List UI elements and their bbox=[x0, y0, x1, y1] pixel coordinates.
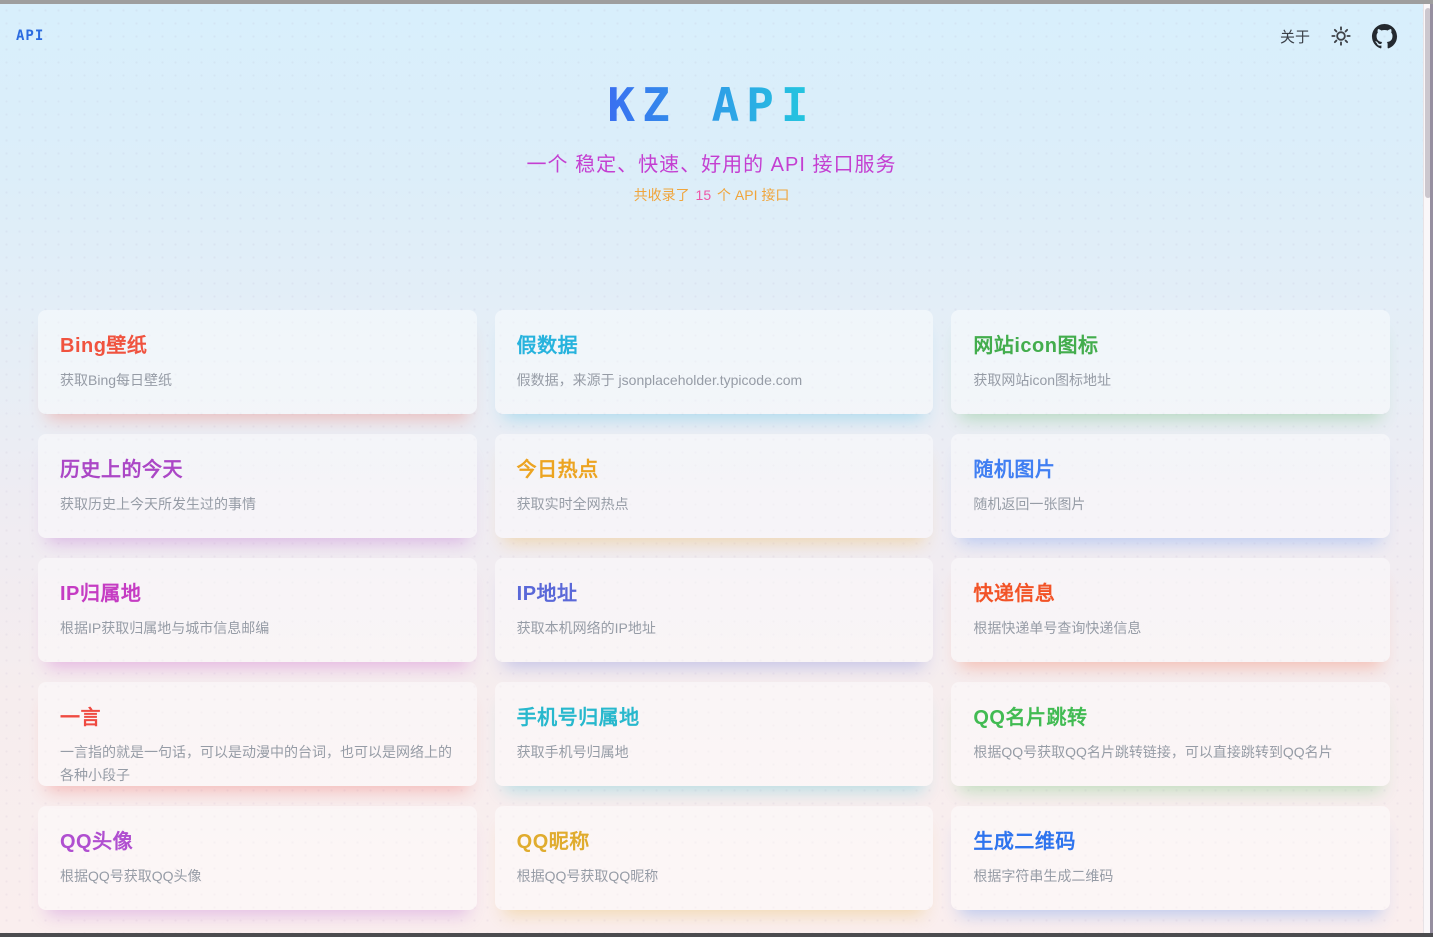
api-card-title: 历史上的今天 bbox=[60, 453, 453, 482]
api-count-line: 共收录了 15 个 API 接口 bbox=[0, 185, 1423, 205]
api-card-desc: 获取Bing每日壁纸 bbox=[60, 369, 453, 392]
api-card[interactable]: 快递信息 根据快递单号查询快递信息 bbox=[951, 558, 1390, 662]
api-card[interactable]: Bing壁纸 获取Bing每日壁纸 bbox=[38, 310, 477, 414]
api-card-desc: 根据QQ号获取QQ头像 bbox=[60, 865, 453, 888]
api-card-title: 生成二维码 bbox=[973, 825, 1366, 854]
api-card[interactable]: 历史上的今天 获取历史上今天所发生过的事情 bbox=[38, 434, 477, 538]
api-card-desc: 根据QQ号获取QQ昵称 bbox=[517, 865, 910, 888]
api-card-desc: 随机返回一张图片 bbox=[973, 493, 1366, 516]
api-card-desc: 根据IP获取归属地与城市信息邮编 bbox=[60, 617, 453, 640]
api-card[interactable]: QQ名片跳转 根据QQ号获取QQ名片跳转链接，可以直接跳转到QQ名片 bbox=[951, 682, 1390, 786]
api-card[interactable]: QQ昵称 根据QQ号获取QQ昵称 bbox=[495, 806, 934, 910]
page-subtitle: 一个 稳定、快速、好用的 API 接口服务 bbox=[0, 148, 1423, 177]
api-card-grid: Bing壁纸 获取Bing每日壁纸 假数据 假数据，来源于 jsonplaceh… bbox=[38, 310, 1390, 910]
count-prefix: 共收录了 bbox=[634, 187, 694, 203]
about-link[interactable]: 关于 bbox=[1280, 26, 1310, 47]
page-title: KZ API bbox=[607, 78, 815, 132]
api-card[interactable]: QQ头像 根据QQ号获取QQ头像 bbox=[38, 806, 477, 910]
api-card[interactable]: 生成二维码 根据字符串生成二维码 bbox=[951, 806, 1390, 910]
api-card[interactable]: 手机号归属地 获取手机号归属地 bbox=[495, 682, 934, 786]
api-card[interactable]: 假数据 假数据，来源于 jsonplaceholder.typicode.com bbox=[495, 310, 934, 414]
api-card-desc: 获取本机网络的IP地址 bbox=[517, 617, 910, 640]
api-card-desc: 假数据，来源于 jsonplaceholder.typicode.com bbox=[517, 369, 910, 392]
github-icon[interactable] bbox=[1372, 24, 1397, 49]
api-card-desc: 根据QQ号获取QQ名片跳转链接，可以直接跳转到QQ名片 bbox=[973, 741, 1366, 764]
api-card[interactable]: 网站icon图标 获取网站icon图标地址 bbox=[951, 310, 1390, 414]
api-card-title: 假数据 bbox=[517, 329, 910, 358]
api-card-title: 网站icon图标 bbox=[973, 329, 1366, 358]
theme-toggle-sun-icon[interactable] bbox=[1330, 25, 1352, 47]
nav-right: 关于 bbox=[1280, 24, 1397, 49]
api-card-title: 快递信息 bbox=[973, 577, 1366, 606]
page-background: API 关于 bbox=[0, 4, 1423, 933]
api-card-desc: 根据字符串生成二维码 bbox=[973, 865, 1366, 888]
api-card-desc: 获取实时全网热点 bbox=[517, 493, 910, 516]
window-bottom-border bbox=[0, 933, 1433, 937]
api-card-title: 随机图片 bbox=[973, 453, 1366, 482]
api-card-title: IP地址 bbox=[517, 577, 910, 606]
vertical-scrollbar[interactable] bbox=[1423, 4, 1433, 933]
api-card[interactable]: 一言 一言指的就是一句话，可以是动漫中的台词，也可以是网络上的各种小段子 bbox=[38, 682, 477, 786]
api-card-desc: 获取历史上今天所发生过的事情 bbox=[60, 493, 453, 516]
api-card[interactable]: IP地址 获取本机网络的IP地址 bbox=[495, 558, 934, 662]
api-card[interactable]: IP归属地 根据IP获取归属地与城市信息邮编 bbox=[38, 558, 477, 662]
api-card-desc: 根据快递单号查询快递信息 bbox=[973, 617, 1366, 640]
api-card[interactable]: 今日热点 获取实时全网热点 bbox=[495, 434, 934, 538]
count-suffix: 个 API 接口 bbox=[713, 187, 789, 203]
site-logo[interactable]: API bbox=[16, 28, 44, 44]
api-card-desc: 获取网站icon图标地址 bbox=[973, 369, 1366, 392]
api-card-title: 今日热点 bbox=[517, 453, 910, 482]
api-card-title: QQ头像 bbox=[60, 825, 453, 854]
count-number: 15 bbox=[694, 187, 714, 203]
api-card-desc: 获取手机号归属地 bbox=[517, 741, 910, 764]
api-card-title: IP归属地 bbox=[60, 577, 453, 606]
window-top-border bbox=[0, 0, 1433, 4]
api-card-desc: 一言指的就是一句话，可以是动漫中的台词，也可以是网络上的各种小段子 bbox=[60, 741, 453, 786]
hero-section: KZ API 一个 稳定、快速、好用的 API 接口服务 共收录了 15 个 A… bbox=[0, 78, 1423, 205]
top-nav: API 关于 bbox=[0, 4, 1423, 52]
api-card-title: QQ昵称 bbox=[517, 825, 910, 854]
api-card-title: Bing壁纸 bbox=[60, 329, 453, 358]
api-card-title: 手机号归属地 bbox=[517, 701, 910, 730]
api-card-title: 一言 bbox=[60, 701, 453, 730]
api-card-title: QQ名片跳转 bbox=[973, 701, 1366, 730]
api-card[interactable]: 随机图片 随机返回一张图片 bbox=[951, 434, 1390, 538]
